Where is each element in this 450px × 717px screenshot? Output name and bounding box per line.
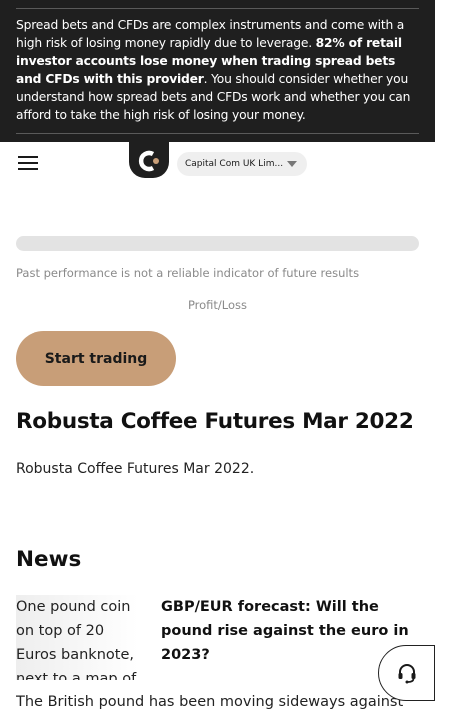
- news-image-alt-text: One pound coin on top of 20 Euros bankno…: [16, 599, 137, 680]
- risk-warning-text: Spread bets and CFDs are complex instrum…: [16, 18, 411, 122]
- instrument-description: Robusta Coffee Futures Mar 2022.: [16, 461, 255, 477]
- hamburger-menu-icon[interactable]: [18, 156, 38, 170]
- start-trading-button[interactable]: Start trading: [16, 331, 176, 386]
- performance-disclaimer: Past performance is not a reliable indic…: [16, 266, 360, 280]
- profit-loss-label: Profit/Loss: [187, 298, 248, 312]
- chart-loading-bar: [16, 236, 419, 251]
- instrument-title: Robusta Coffee Futures Mar 2022: [16, 409, 414, 434]
- news-heading: News: [16, 547, 82, 572]
- banner-divider-top: [16, 8, 419, 9]
- risk-warning-banner: Spread bets and CFDs are complex instrum…: [0, 0, 435, 142]
- entity-selector[interactable]: Capital Com UK Lim...: [177, 152, 307, 176]
- support-chat-button[interactable]: [378, 645, 435, 701]
- news-excerpt: The British pound has been moving sidewa…: [16, 694, 404, 710]
- entity-selector-label: Capital Com UK Lim...: [185, 159, 284, 169]
- capital-com-logo[interactable]: [129, 142, 169, 178]
- headset-icon: [398, 664, 416, 684]
- news-image[interactable]: One pound coin on top of 20 Euros bankno…: [16, 595, 138, 680]
- banner-divider-bottom: [16, 133, 419, 134]
- logo-c-icon: [138, 150, 159, 172]
- chevron-down-icon: [287, 161, 297, 167]
